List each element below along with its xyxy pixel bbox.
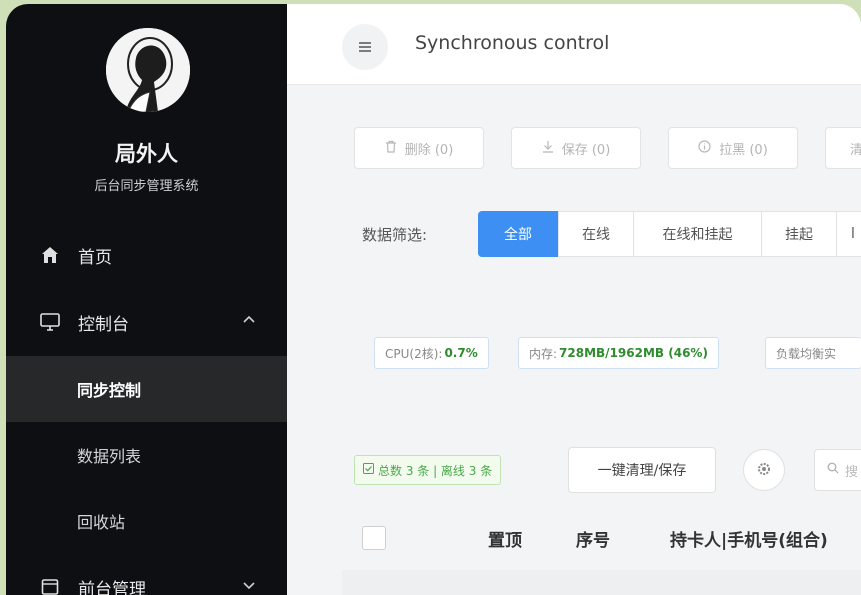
- brand-subtitle: 后台同步管理系统: [94, 179, 199, 194]
- info-circle-icon: [698, 139, 711, 157]
- download-icon: [542, 140, 554, 157]
- save-button[interactable]: 保存 (0): [511, 127, 641, 169]
- filter-option-more[interactable]: l: [836, 211, 861, 257]
- filter-option-suspended[interactable]: 挂起: [761, 211, 837, 257]
- sidebar-item-sync-control[interactable]: 同步控制: [6, 356, 287, 422]
- filter-option-all[interactable]: 全部: [478, 211, 558, 257]
- sidebar-item-label: 回收站: [77, 513, 126, 532]
- chevron-down-icon: [241, 577, 257, 593]
- select-all-checkbox[interactable]: [362, 526, 386, 550]
- search-input[interactable]: 搜: [814, 449, 861, 491]
- table-row: [342, 570, 861, 595]
- page-title: Synchronous control: [415, 32, 610, 54]
- trash-icon: [385, 140, 397, 157]
- filter-option-online[interactable]: 在线: [558, 211, 634, 257]
- settings-button[interactable]: [743, 449, 785, 491]
- column-header-index[interactable]: 序号: [576, 526, 610, 551]
- filter-label: 数据筛选:: [362, 226, 428, 244]
- top-bar: Synchronous control: [287, 4, 861, 85]
- blacklist-button[interactable]: 拉黑 (0): [668, 127, 798, 169]
- hamburger-icon: [358, 38, 372, 57]
- total-count-badge: 总数 3 条 | 离线 3 条: [354, 455, 502, 485]
- cpu-stat-badge: CPU(2核): 0.7%: [374, 337, 489, 369]
- content-area: 删除 (0) 保存 (0) 拉黑 (0) 清 数据筛选: 全部 在线 在线和挂起…: [287, 85, 861, 595]
- menu-toggle-button[interactable]: [342, 24, 388, 70]
- brand-name: 局外人: [115, 142, 178, 166]
- sidebar-item-label: 首页: [78, 247, 112, 268]
- monitor-icon: [39, 311, 61, 333]
- filter-option-online-suspended[interactable]: 在线和挂起: [633, 211, 762, 257]
- avatar[interactable]: [106, 28, 190, 112]
- sidebar-item-data-list[interactable]: 数据列表: [6, 422, 287, 488]
- gear-icon: [757, 461, 771, 480]
- load-stat-badge: 负载均衡实: [765, 337, 861, 369]
- check-square-icon: [363, 463, 374, 477]
- window-icon: [39, 576, 61, 595]
- sidebar-item-label: 控制台: [78, 314, 129, 335]
- search-icon: [827, 462, 839, 478]
- sidebar-item-label: 数据列表: [77, 447, 142, 466]
- sidebar-item-home[interactable]: 首页: [6, 222, 287, 288]
- sidebar-item-label: 前台管理: [78, 579, 146, 595]
- sidebar-item-console[interactable]: 控制台: [6, 289, 287, 355]
- home-icon: [39, 244, 61, 266]
- clean-save-button[interactable]: 一键清理/保存: [568, 447, 716, 493]
- sidebar: 局外人 后台同步管理系统 首页 控制台 同步控制 数据列表 回收站 前台管理: [6, 4, 287, 595]
- table-header: 置顶 序号 持卡人|手机号(组合): [342, 510, 861, 570]
- memory-stat-badge: 内存: 728MB/1962MB (46%): [518, 337, 719, 369]
- delete-button[interactable]: 删除 (0): [354, 127, 484, 169]
- sidebar-item-recycle-bin[interactable]: 回收站: [6, 488, 287, 554]
- main-panel: Synchronous control 删除 (0) 保存 (0) 拉黑 (0)…: [287, 4, 861, 595]
- column-header-pin[interactable]: 置顶: [488, 526, 522, 551]
- clear-button[interactable]: 清: [825, 127, 861, 169]
- app-window: 局外人 后台同步管理系统 首页 控制台 同步控制 数据列表 回收站 前台管理 S…: [6, 4, 861, 595]
- sidebar-item-frontend[interactable]: 前台管理: [6, 554, 287, 595]
- column-header-cardholder[interactable]: 持卡人|手机号(组合): [670, 526, 828, 551]
- chevron-up-icon: [241, 312, 257, 328]
- sidebar-item-label: 同步控制: [77, 381, 142, 400]
